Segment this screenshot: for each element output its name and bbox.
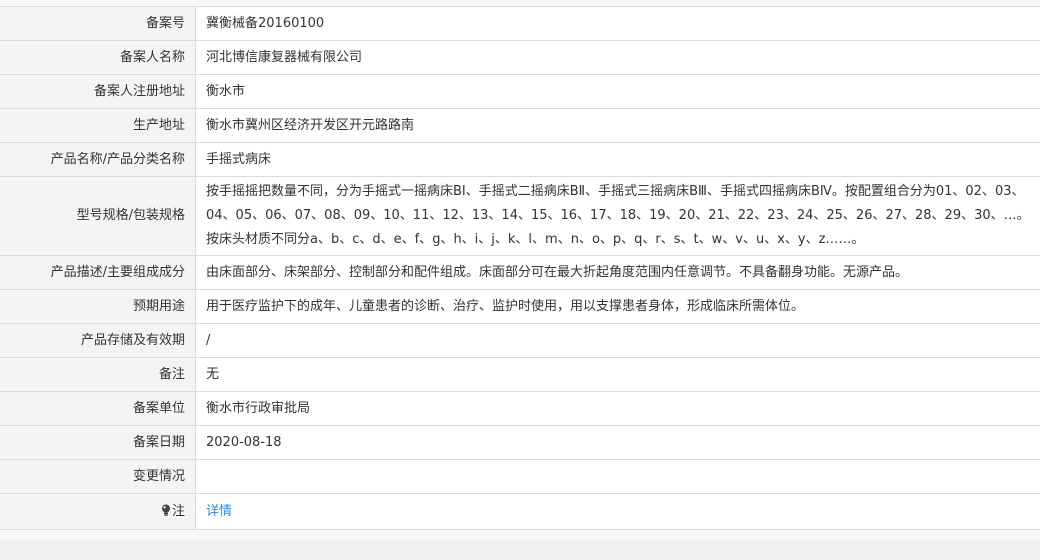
field-label: 备案单位	[0, 391, 196, 426]
lightbulb-icon	[161, 499, 171, 523]
field-value: 2020-08-18	[195, 425, 1040, 460]
note-label: 注	[171, 504, 185, 519]
details-link[interactable]: 详情	[206, 504, 232, 519]
field-value: 衡水市冀州区经济开发区开元路路南	[195, 108, 1040, 143]
field-label: 备案人注册地址	[0, 74, 196, 109]
row-model-spec: 型号规格/包装规格 按手摇摇把数量不同，分为手摇式一摇病床BⅠ、手摇式二摇病床B…	[0, 176, 1040, 256]
field-label: 型号规格/包装规格	[0, 176, 196, 256]
field-label: 备案号	[0, 7, 196, 41]
field-value: 无	[195, 357, 1040, 392]
row-registrant-name: 备案人名称 河北博信康复器械有限公司	[0, 40, 1040, 75]
field-value: 按手摇摇把数量不同，分为手摇式一摇病床BⅠ、手摇式二摇病床BⅡ、手摇式三摇病床B…	[195, 176, 1040, 256]
field-label: 备案人名称	[0, 40, 196, 75]
field-value	[195, 459, 1040, 494]
row-note: 注 详情	[0, 493, 1040, 530]
field-label: 产品名称/产品分类名称	[0, 142, 196, 177]
row-storage-validity: 产品存储及有效期 /	[0, 323, 1040, 358]
field-value: 手摇式病床	[195, 142, 1040, 177]
field-label: 变更情况	[0, 459, 196, 494]
field-value: 衡水市	[195, 74, 1040, 109]
field-label: 产品描述/主要组成成分	[0, 255, 196, 290]
row-product-name: 产品名称/产品分类名称 手摇式病床	[0, 142, 1040, 177]
field-label: 备注	[0, 357, 196, 392]
record-detail-table: 备案号 冀衡械备20160100 备案人名称 河北博信康复器械有限公司 备案人注…	[0, 7, 1040, 530]
row-registrant-address: 备案人注册地址 衡水市	[0, 74, 1040, 109]
row-change-status: 变更情况	[0, 459, 1040, 494]
field-value: /	[195, 323, 1040, 358]
field-value: 冀衡械备20160100	[195, 7, 1040, 41]
row-intended-use: 预期用途 用于医疗监护下的成年、儿童患者的诊断、治疗、监护时使用，用以支撑患者身…	[0, 289, 1040, 324]
field-label: 预期用途	[0, 289, 196, 324]
record-detail-panel: 备案号 冀衡械备20160100 备案人名称 河北博信康复器械有限公司 备案人注…	[0, 6, 1040, 530]
field-value: 河北博信康复器械有限公司	[195, 40, 1040, 75]
field-value: 由床面部分、床架部分、控制部分和配件组成。床面部分可在最大折起角度范围内任意调节…	[195, 255, 1040, 290]
row-production-address: 生产地址 衡水市冀州区经济开发区开元路路南	[0, 108, 1040, 143]
field-label: 生产地址	[0, 108, 196, 143]
field-label: 产品存储及有效期	[0, 323, 196, 358]
field-value: 衡水市行政审批局	[195, 391, 1040, 426]
field-value: 用于医疗监护下的成年、儿童患者的诊断、治疗、监护时使用，用以支撑患者身体，形成临…	[195, 289, 1040, 324]
row-product-description: 产品描述/主要组成成分 由床面部分、床架部分、控制部分和配件组成。床面部分可在最…	[0, 255, 1040, 290]
row-filing-unit: 备案单位 衡水市行政审批局	[0, 391, 1040, 426]
row-filing-date: 备案日期 2020-08-18	[0, 425, 1040, 460]
page-bottom-bar	[0, 540, 1040, 560]
note-label-cell: 注	[0, 493, 196, 530]
row-remarks: 备注 无	[0, 357, 1040, 392]
row-record-number: 备案号 冀衡械备20160100	[0, 7, 1040, 41]
note-value-cell: 详情	[195, 493, 1040, 530]
field-label: 备案日期	[0, 425, 196, 460]
